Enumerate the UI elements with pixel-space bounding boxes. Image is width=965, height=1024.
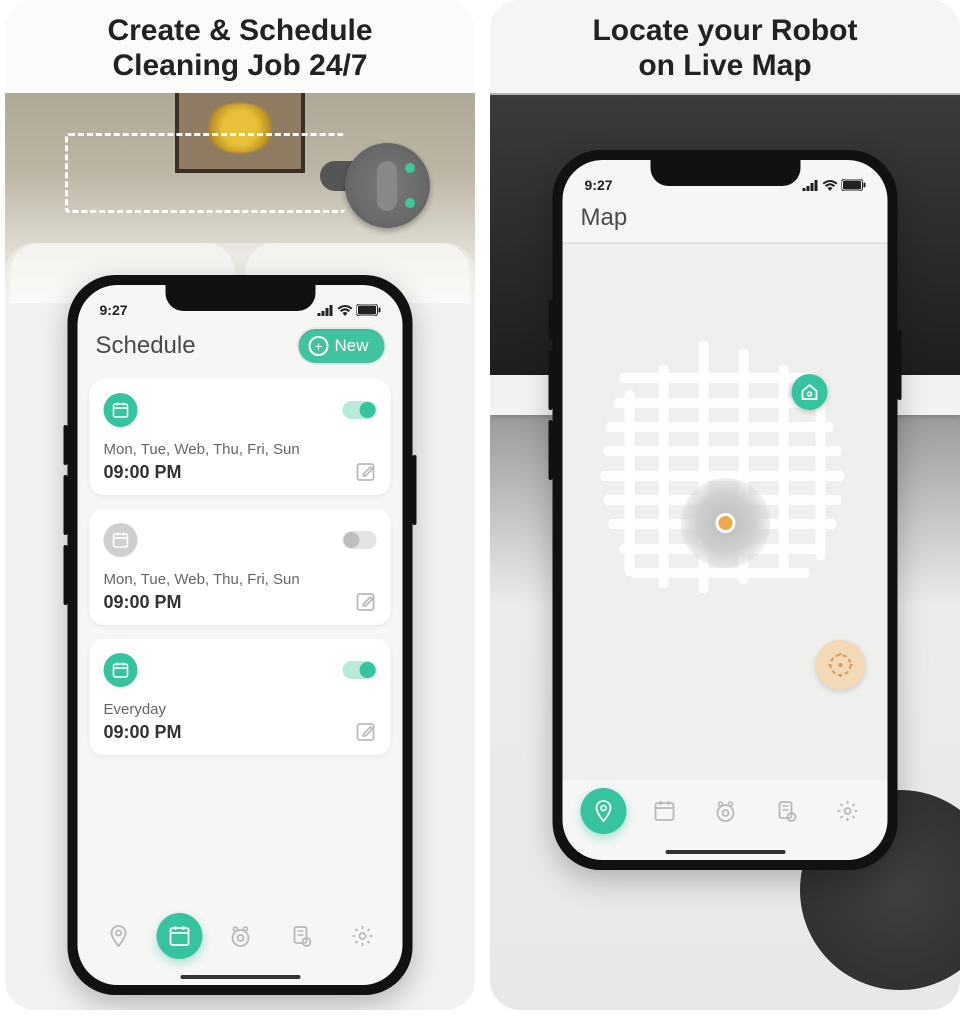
status-time: 9:27 xyxy=(100,302,128,318)
schedule-toggle[interactable] xyxy=(343,531,377,549)
home-indicator[interactable] xyxy=(180,975,300,979)
home-indicator[interactable] xyxy=(665,850,785,854)
schedule-days: Everyday xyxy=(104,701,377,718)
map-canvas[interactable] xyxy=(563,243,888,780)
tab-settings[interactable] xyxy=(824,788,870,834)
robot-position-marker[interactable] xyxy=(680,478,770,568)
tab-location[interactable] xyxy=(580,788,626,834)
edit-button[interactable] xyxy=(355,461,377,483)
new-button-label: New xyxy=(334,336,368,356)
headline-right: Locate your Robot on Live Map xyxy=(490,0,960,93)
plus-icon: + xyxy=(308,336,328,356)
schedule-toggle[interactable] xyxy=(343,401,377,419)
battery-icon xyxy=(842,179,866,191)
headline-line2: Cleaning Job 24/7 xyxy=(25,49,455,84)
screen-title: Schedule xyxy=(96,332,196,360)
calendar-icon xyxy=(104,653,138,687)
schedule-days: Mon, Tue, Web, Thu, Fri, Sun xyxy=(104,441,377,458)
tab-robot[interactable] xyxy=(217,913,263,959)
signal-icon xyxy=(318,305,334,316)
schedule-card[interactable]: Mon, Tue, Web, Thu, Fri, Sun 09:00 PM xyxy=(90,509,391,625)
edit-button[interactable] xyxy=(355,721,377,743)
recenter-button[interactable] xyxy=(816,640,866,690)
headline-line2: on Live Map xyxy=(510,49,940,84)
schedule-time: 09:00 PM xyxy=(104,592,377,613)
battery-icon xyxy=(357,304,381,316)
signal-icon xyxy=(803,180,819,191)
tab-schedule[interactable] xyxy=(156,913,202,959)
phone-mock-schedule: 9:27 Schedule + New xyxy=(68,275,413,995)
edit-button[interactable] xyxy=(355,591,377,613)
calendar-icon xyxy=(104,393,138,427)
status-time: 9:27 xyxy=(585,177,613,193)
schedule-card[interactable]: Everyday 09:00 PM xyxy=(90,639,391,755)
calendar-icon xyxy=(104,523,138,557)
schedule-time: 09:00 PM xyxy=(104,462,377,483)
tab-bar xyxy=(563,780,888,850)
app-header: Map xyxy=(563,200,888,243)
wifi-icon xyxy=(338,305,353,316)
phone-mock-map: 9:27 Map xyxy=(553,150,898,870)
status-indicators xyxy=(803,179,866,191)
tab-robot[interactable] xyxy=(702,788,748,834)
tab-bar xyxy=(78,905,403,975)
promo-panel-schedule: Create & Schedule Cleaning Job 24/7 9:27 xyxy=(5,0,475,1010)
headline-line1: Locate your Robot xyxy=(510,14,940,49)
status-indicators xyxy=(318,304,381,316)
wifi-icon xyxy=(823,180,838,191)
headline-left: Create & Schedule Cleaning Job 24/7 xyxy=(5,0,475,93)
schedule-time: 09:00 PM xyxy=(104,722,377,743)
tab-settings[interactable] xyxy=(339,913,385,959)
schedule-days: Mon, Tue, Web, Thu, Fri, Sun xyxy=(104,571,377,588)
tab-schedule[interactable] xyxy=(641,788,687,834)
scene-illustration xyxy=(5,93,475,293)
app-header: Schedule + New xyxy=(78,325,403,373)
tab-report[interactable] xyxy=(278,913,324,959)
headline-line1: Create & Schedule xyxy=(25,14,455,49)
home-base-marker[interactable] xyxy=(792,374,828,410)
schedule-list[interactable]: Mon, Tue, Web, Thu, Fri, Sun 09:00 PM xyxy=(78,373,403,905)
tab-report[interactable] xyxy=(763,788,809,834)
schedule-card[interactable]: Mon, Tue, Web, Thu, Fri, Sun 09:00 PM xyxy=(90,379,391,495)
tab-location[interactable] xyxy=(95,913,141,959)
promo-panel-map: Locate your Robot on Live Map 9:27 Map xyxy=(490,0,960,1010)
schedule-toggle[interactable] xyxy=(343,661,377,679)
screen-title: Map xyxy=(581,204,628,232)
new-schedule-button[interactable]: + New xyxy=(298,329,384,363)
